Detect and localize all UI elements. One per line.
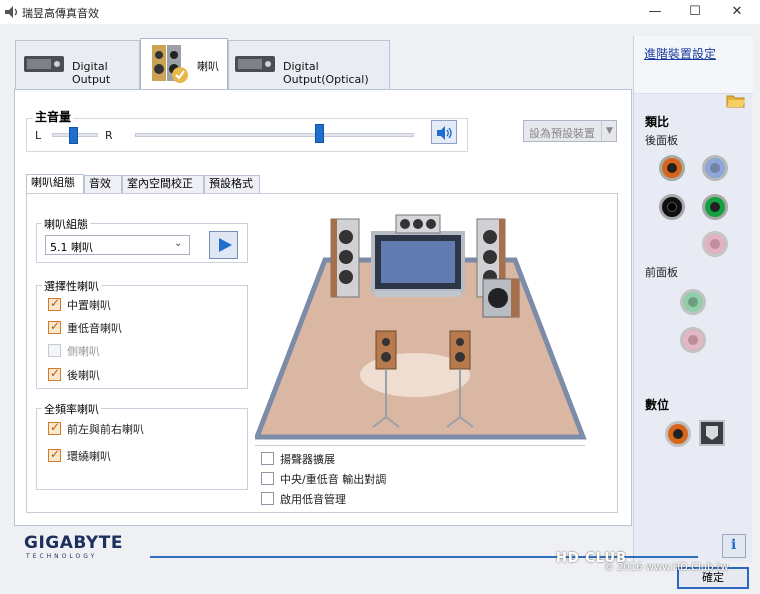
tab-sound-effects[interactable]: 音效 xyxy=(84,175,122,193)
surround-label: 環繞喇叭 xyxy=(67,450,111,463)
digital-optical-jack[interactable] xyxy=(699,420,725,446)
tab-label: 喇叭組態 xyxy=(31,176,75,189)
info-button[interactable]: i xyxy=(722,534,746,558)
tab-label: 室內空間校正 xyxy=(127,177,193,190)
play-test-button[interactable] xyxy=(209,231,238,259)
chevron-down-icon: ⌄ xyxy=(174,238,183,249)
speaker-config-value: 5.1 喇叭 xyxy=(50,241,93,254)
subwoofer-label: 重低音喇叭 xyxy=(67,322,122,335)
main-volume-title: 主音量 xyxy=(33,108,74,125)
swap-center-sub-label: 中央/重低音 輸出對調 xyxy=(280,473,387,486)
front-lr-label: 前左與前右喇叭 xyxy=(67,423,144,436)
info-icon: i xyxy=(731,537,737,553)
maximize-button[interactable]: ☐ xyxy=(672,0,718,24)
bass-management-checkbox[interactable] xyxy=(261,492,274,505)
tab-speaker-config[interactable]: 喇叭組態 xyxy=(26,174,84,194)
volume-icon xyxy=(437,126,452,140)
surround-checkbox[interactable] xyxy=(48,447,61,462)
subwoofer-checkbox[interactable] xyxy=(48,319,61,334)
tab-speakers[interactable]: 喇叭 xyxy=(140,38,228,90)
tab-label: 預設格式 xyxy=(209,177,253,190)
close-button[interactable]: ✕ xyxy=(714,0,760,24)
rear-green-jack[interactable] xyxy=(702,194,728,220)
analog-title: 類比 xyxy=(645,115,670,129)
rear-blue-jack[interactable] xyxy=(702,155,728,181)
optical-device-icon xyxy=(235,56,275,72)
tab-label: 喇叭 xyxy=(197,60,219,73)
front-lr-checkbox[interactable] xyxy=(48,420,61,435)
speaker-fill-label: 揚聲器擴展 xyxy=(280,453,335,466)
speaker-config-select[interactable]: 5.1 喇叭 ⌄ xyxy=(45,235,190,255)
divider xyxy=(255,445,585,446)
window-title: 瑞昱高傳真音效 xyxy=(22,7,99,20)
front-green-jack[interactable] xyxy=(680,289,706,315)
front-panel-label: 前面板 xyxy=(645,266,678,279)
bass-management-label: 啟用低音管理 xyxy=(280,493,346,506)
tab-digital-output-optical[interactable]: Digital Output(Optical) xyxy=(228,40,390,90)
balance-left-label: L xyxy=(35,129,42,142)
speaker-device-icon xyxy=(152,45,188,83)
rear-panel-label: 後面板 xyxy=(645,134,678,147)
center-speaker-label: 中置喇叭 xyxy=(67,299,111,312)
digital-title: 數位 xyxy=(645,398,670,412)
tab-label: Digital Output xyxy=(72,60,111,86)
digital-coaxial-jack[interactable] xyxy=(665,421,691,447)
optional-speakers-title: 選擇性喇叭 xyxy=(42,278,101,294)
rear-orange-jack[interactable] xyxy=(659,155,685,181)
set-default-device-button[interactable]: 設為預設裝置 ▼ xyxy=(523,120,617,142)
speaker-room-illustration xyxy=(255,214,587,440)
rear-pink-jack[interactable] xyxy=(702,231,728,257)
side-speaker-label: 側喇叭 xyxy=(67,345,100,358)
digital-device-icon xyxy=(24,56,64,72)
tab-label: 音效 xyxy=(89,177,111,190)
volume-slider-thumb[interactable] xyxy=(315,124,324,143)
balance-right-label: R xyxy=(105,129,113,142)
mute-button[interactable] xyxy=(431,120,457,144)
gigabyte-logo-sub: TECHNOLOGY xyxy=(26,553,98,560)
rear-speaker-checkbox[interactable] xyxy=(48,366,61,381)
volume-slider-track[interactable] xyxy=(135,133,414,137)
speaker-config-title: 喇叭組態 xyxy=(42,216,90,232)
balance-slider-thumb[interactable] xyxy=(69,127,78,144)
side-speaker-checkbox xyxy=(48,344,61,357)
folder-icon[interactable] xyxy=(726,92,746,108)
title-bar: 瑞昱高傳真音效 — ☐ ✕ xyxy=(0,0,760,24)
tab-room-correction[interactable]: 室內空間校正 xyxy=(122,175,204,193)
rear-black-jack[interactable] xyxy=(659,194,685,220)
advanced-settings-link[interactable]: 進階裝置設定 xyxy=(644,45,716,62)
fullrange-speakers-title: 全頻率喇叭 xyxy=(42,401,101,417)
speaker-icon xyxy=(5,6,18,18)
tab-default-format[interactable]: 預設格式 xyxy=(204,175,260,193)
play-icon xyxy=(219,238,232,252)
tab-digital-output[interactable]: Digital Output xyxy=(15,40,140,90)
swap-center-sub-checkbox[interactable] xyxy=(261,472,274,485)
set-default-label: 設為預設裝置 xyxy=(529,127,595,140)
center-speaker-checkbox[interactable] xyxy=(48,296,61,311)
front-pink-jack[interactable] xyxy=(680,327,706,353)
tab-label: Digital Output(Optical) xyxy=(283,60,369,86)
watermark-text: © 2016 www.HD.Club.tw xyxy=(604,562,729,573)
gigabyte-logo: GIGABYTE xyxy=(24,533,123,553)
rear-speaker-label: 後喇叭 xyxy=(67,369,100,382)
speaker-fill-checkbox[interactable] xyxy=(261,452,274,465)
dropdown-arrow-icon[interactable]: ▼ xyxy=(601,121,617,141)
